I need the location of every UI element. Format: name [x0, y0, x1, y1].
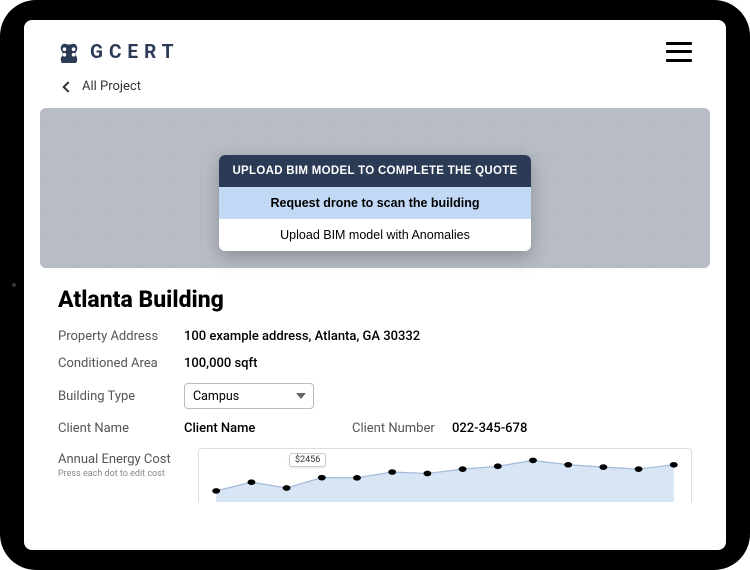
building-type-select[interactable]: Campus	[184, 383, 314, 409]
area-label: Conditioned Area	[58, 356, 184, 371]
address-value: 100 example address, Atlanta, GA 30332	[184, 329, 420, 344]
tablet-frame: GCERT All Project UPLOAD BIM MODEL TO CO…	[0, 0, 750, 570]
brand[interactable]: GCERT	[58, 40, 179, 63]
row-address: Property Address 100 example address, At…	[58, 329, 692, 344]
brand-logo-icon	[58, 41, 80, 63]
client-number-value: 022-345-678	[452, 421, 527, 436]
breadcrumb-back[interactable]: All Project	[24, 73, 726, 108]
address-label: Property Address	[58, 329, 184, 344]
app-screen: GCERT All Project UPLOAD BIM MODEL TO CO…	[24, 20, 726, 550]
chart-section: Annual Energy Cost Press each dot to edi…	[58, 448, 692, 502]
energy-hint: Press each dot to edit cost	[58, 469, 184, 479]
header: GCERT	[24, 20, 726, 73]
upload-bim-button[interactable]: UPLOAD BIM MODEL TO COMPLETE THE QUOTE	[219, 155, 531, 187]
client-number-label: Client Number	[352, 421, 452, 436]
type-label: Building Type	[58, 389, 184, 404]
row-area: Conditioned Area 100,000 sqft	[58, 356, 692, 371]
client-name-value: Client Name	[184, 421, 352, 436]
upload-anomalies-button[interactable]: Upload BIM model with Anomalies	[219, 219, 531, 251]
area-value: 100,000 sqft	[184, 356, 257, 371]
page-title: Atlanta Building	[58, 286, 692, 313]
energy-label: Annual Energy Cost	[58, 452, 184, 467]
content: Atlanta Building Property Address 100 ex…	[24, 268, 726, 502]
camera-icon	[12, 283, 16, 287]
hero-banner: UPLOAD BIM MODEL TO COMPLETE THE QUOTE R…	[40, 108, 710, 268]
chevron-left-icon	[62, 81, 73, 92]
breadcrumb-label: All Project	[82, 79, 141, 94]
menu-icon[interactable]	[666, 42, 692, 62]
energy-chart[interactable]: $2456	[198, 448, 692, 502]
row-client: Client Name Client Name Client Number 02…	[58, 421, 692, 436]
action-stack: UPLOAD BIM MODEL TO COMPLETE THE QUOTE R…	[219, 155, 531, 251]
client-name-label: Client Name	[58, 421, 184, 436]
building-type-value: Campus	[184, 383, 314, 409]
brand-name: GCERT	[90, 40, 179, 63]
chart-tooltip: $2456	[289, 453, 326, 467]
request-drone-button[interactable]: Request drone to scan the building	[219, 187, 531, 219]
row-type: Building Type Campus	[58, 383, 692, 409]
